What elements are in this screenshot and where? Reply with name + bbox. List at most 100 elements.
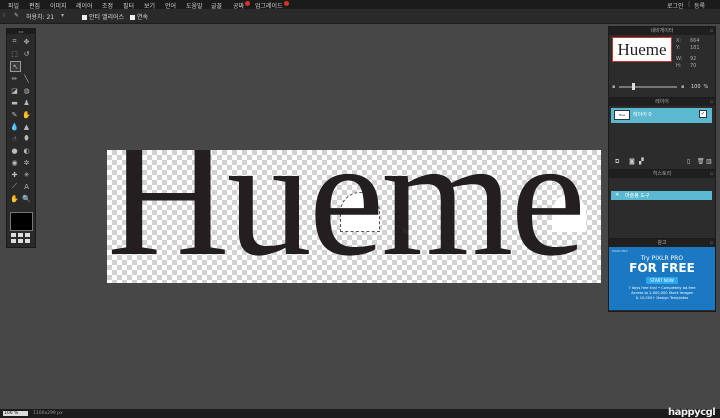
history-item-label: 마술봉 도구 <box>625 193 650 199</box>
y-value: 181 <box>690 45 700 51</box>
smudge-icon[interactable]: ☝ <box>10 134 19 143</box>
lasso-icon[interactable]: ↺ <box>22 49 31 58</box>
pencil-icon[interactable]: ✏ <box>10 74 19 83</box>
burn-icon[interactable]: ◐ <box>22 146 31 155</box>
antialias-checkbox[interactable]: 안티 앨리어스 <box>82 12 124 21</box>
ad-line-3: & 10,000+ Design Templates <box>635 296 689 300</box>
drawing-icon[interactable]: ✋ <box>22 110 31 119</box>
status-zoom-unit: % <box>14 411 19 416</box>
marquee-icon[interactable]: ⬚ <box>10 49 19 58</box>
zoom-slider[interactable] <box>619 86 677 88</box>
dodge-icon[interactable]: ● <box>10 146 19 155</box>
crop-icon[interactable]: ⌗ <box>10 37 19 46</box>
tolerance-label: 허용치: 21 <box>26 14 55 21</box>
blur-icon[interactable]: 💧 <box>10 122 19 131</box>
layers-header: 레이어 ▫ <box>609 98 715 106</box>
trash-icon[interactable]: 🗑 <box>697 158 705 165</box>
ad-start-button[interactable]: START NOW <box>646 277 678 284</box>
notification-badge <box>283 1 289 6</box>
pinch-icon[interactable]: ✳ <box>22 170 31 179</box>
image-size: 1100x299 px <box>33 411 63 416</box>
new-layer-icon[interactable]: ▯ <box>687 158 690 165</box>
layer-visibility-checkbox[interactable]: ✓ <box>699 110 707 118</box>
navigator-coords: X: 664 Y: 181 W: 92 H: 70 <box>676 38 700 70</box>
zoom-out-icon[interactable]: ▪ <box>612 84 615 90</box>
hand-icon[interactable]: ✋ <box>10 194 19 203</box>
navigator-zoom-value: 100% <box>691 84 708 90</box>
history-header: 히스토리 ▫ <box>609 170 715 178</box>
history-title: 히스토리 <box>652 171 672 177</box>
history-wand-icon: ✳ <box>615 192 620 198</box>
move-icon[interactable]: ✥ <box>22 37 31 46</box>
foreground-color-swatch[interactable] <box>10 212 33 231</box>
color-picker-icon[interactable]: ⟋ <box>10 182 19 191</box>
paint-bucket-icon[interactable]: ◍ <box>22 86 31 95</box>
ad-banner[interactable]: PIXLR PRO Try PIXLR PRO FOR FREE START N… <box>609 247 715 310</box>
cursor-icon: ✎ <box>402 228 410 238</box>
gradient-icon[interactable]: ▬ <box>10 98 19 107</box>
tolerance-dropdown-icon[interactable]: ▾ <box>61 12 64 19</box>
zoom-icon[interactable]: 🔍 <box>22 194 31 203</box>
menu-bar: 파일 편집 이미지 레이어 조정 필터 보기 언어 도움말 글꼴 공짜 업그레이… <box>0 0 720 10</box>
clone-stamp-icon[interactable]: ♟ <box>22 98 31 107</box>
spot-heal-icon[interactable]: ✲ <box>22 158 31 167</box>
close-icon[interactable]: ▫ <box>710 170 713 178</box>
options-grip-icon: ⁞ <box>3 12 5 19</box>
checkbox-icon <box>82 15 87 20</box>
image-canvas[interactable]: Hueme ✎ <box>107 150 601 283</box>
contiguous-checkbox[interactable]: 연속 <box>130 12 148 21</box>
watermark: happycgl <box>668 407 716 418</box>
toolbox-collapse-icon[interactable]: ◂ ▸ <box>7 29 35 34</box>
history-panel: 히스토리 ▫ ✳ 마술봉 도구 <box>608 169 716 239</box>
close-icon[interactable]: ▫ <box>710 239 713 247</box>
zoom-in-icon[interactable]: ▪ <box>681 84 684 90</box>
type-icon[interactable]: A <box>22 182 31 191</box>
layers-panel: 레이어 ▫ Hue 레이어 0 ✓ ⧉ ◙ ▞ ▯ 🗑 ▥ <box>608 97 716 170</box>
h-value: 70 <box>690 63 697 69</box>
navigator-panel: 네비게이터 ▫ Hueme X: 664 Y: 181 W: 92 H: 70 ▪… <box>608 26 716 98</box>
ad-title: 광고 <box>657 240 667 246</box>
zoom-slider-handle[interactable] <box>632 83 635 90</box>
account-separator: | <box>688 1 691 8</box>
magic-wand-icon[interactable]: ↖ <box>10 61 21 72</box>
sharpen-icon[interactable]: ▲ <box>22 122 31 131</box>
canvas-text: Hueme <box>107 150 586 283</box>
navigator-thumbnail[interactable]: Hueme <box>612 37 672 62</box>
navigator-title: 네비게이터 <box>650 28 674 34</box>
h-label: H: <box>676 63 682 69</box>
brush-icon[interactable]: ╲ <box>22 74 31 83</box>
bloat-icon[interactable]: ✚ <box>10 170 19 179</box>
layer-thumbnail: Hue <box>614 110 630 120</box>
eraser-icon[interactable]: ◪ <box>10 86 19 95</box>
status-zoom-number: 100 <box>4 411 13 416</box>
close-icon[interactable]: ▫ <box>710 27 713 35</box>
screen-mode-icon[interactable] <box>11 233 31 244</box>
layer-settings-icon[interactable]: ⧉ <box>615 158 619 166</box>
ad-big-text: FOR FREE <box>629 261 695 275</box>
w-label: W: <box>676 56 683 62</box>
layers-title: 레이어 <box>655 99 669 105</box>
ad-header: 광고 ▫ <box>609 239 715 247</box>
layer-mask-icon[interactable]: ◙ <box>629 158 635 165</box>
zoom-unit: % <box>703 84 709 90</box>
layer-name: 레이어 0 <box>633 112 652 118</box>
history-item[interactable]: ✳ 마술봉 도구 <box>611 191 712 200</box>
layer-options-icon[interactable]: ▥ <box>706 158 712 165</box>
contiguous-label: 연속 <box>137 14 149 21</box>
tool-options-bar: ⁞ ✎ 허용치: 21 ▾ 안티 앨리어스 연속 <box>0 9 720 24</box>
redeye-icon[interactable]: ◉ <box>10 158 19 167</box>
antialias-label: 안티 앨리어스 <box>89 14 125 21</box>
layer-row[interactable]: Hue 레이어 0 ✓ <box>611 108 712 123</box>
layer-style-icon[interactable]: ▞ <box>639 158 644 165</box>
notification-badge <box>245 1 251 6</box>
y-label: Y: <box>676 45 681 51</box>
wand-icon: ✎ <box>14 12 20 19</box>
close-icon[interactable]: ▫ <box>710 98 713 106</box>
x-label: X: <box>676 38 682 44</box>
ad-panel: 광고 ▫ PIXLR PRO Try PIXLR PRO FOR FREE STA… <box>608 238 716 312</box>
w-value: 92 <box>690 56 697 62</box>
color-replace-icon[interactable]: ✎ <box>10 110 19 119</box>
sponge-icon[interactable]: ⬮ <box>22 134 31 143</box>
status-zoom-field[interactable]: 100 % <box>3 411 28 416</box>
ad-brand: PIXLR PRO <box>612 249 628 253</box>
